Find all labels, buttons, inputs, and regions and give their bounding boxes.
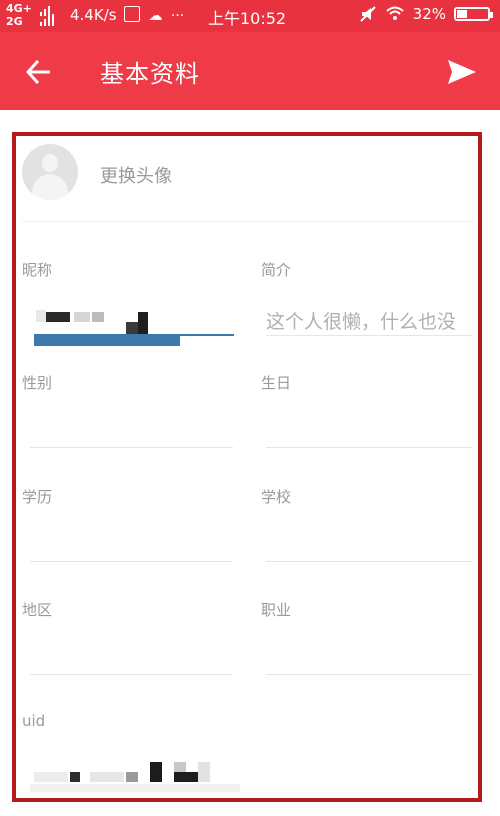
wifi-icon xyxy=(385,6,404,20)
nickname-value-redacted xyxy=(30,300,235,348)
battery-level-fill xyxy=(457,10,467,18)
change-avatar-link[interactable]: 更换头像 xyxy=(100,162,172,188)
uid-value-redacted xyxy=(30,758,240,794)
more-dots-icon: ··· xyxy=(170,8,185,24)
status-right: 32% xyxy=(359,5,493,23)
uid-label: uid xyxy=(22,712,46,730)
occupation-underline xyxy=(266,674,472,675)
birthday-field[interactable] xyxy=(266,400,472,446)
nickname-label: 昵称 xyxy=(22,261,53,279)
avatar-row[interactable]: 更换头像 xyxy=(22,144,474,222)
highlight-frame xyxy=(12,132,482,802)
network-bottom-label: 2G xyxy=(6,15,23,28)
school-field[interactable] xyxy=(266,514,472,560)
birthday-underline xyxy=(266,447,472,448)
occupation-field[interactable] xyxy=(266,627,472,673)
mute-icon xyxy=(359,6,376,22)
network-top-label: 4G+ xyxy=(6,2,32,15)
gender-field[interactable] xyxy=(30,400,233,446)
bio-underline xyxy=(266,335,472,336)
education-field[interactable] xyxy=(30,514,233,560)
avatar-head xyxy=(42,154,58,172)
cloud-icon: ☁ xyxy=(148,8,163,24)
battery-percent: 32% xyxy=(412,5,446,23)
notification-icons: ☁ ··· xyxy=(124,6,184,24)
page-title: 基本资料 xyxy=(100,60,200,88)
school-underline xyxy=(266,561,472,562)
arrow-left-icon xyxy=(25,59,50,85)
back-button[interactable] xyxy=(22,52,62,92)
send-icon xyxy=(448,60,476,84)
network-indicator: 4G+ 2G xyxy=(6,2,32,28)
send-button[interactable] xyxy=(442,52,482,92)
gender-underline xyxy=(30,447,233,448)
education-underline xyxy=(30,561,233,562)
region-underline xyxy=(30,674,233,675)
gender-label: 性别 xyxy=(22,374,53,392)
nickname-field[interactable] xyxy=(30,300,235,348)
avatar[interactable] xyxy=(22,144,78,200)
status-bar: 4G+ 2G 4.4K/s ☁ ··· 上午10:52 32% xyxy=(0,0,500,32)
birthday-label: 生日 xyxy=(261,374,292,392)
education-label: 学历 xyxy=(22,488,53,506)
battery-icon xyxy=(454,7,493,21)
app-bar: 基本资料 xyxy=(0,32,500,110)
region-label: 地区 xyxy=(22,601,53,619)
bio-label: 简介 xyxy=(261,261,292,279)
signal-icon xyxy=(40,6,54,26)
clock: 上午10:52 xyxy=(208,9,287,28)
school-label: 学校 xyxy=(261,488,292,506)
region-field[interactable] xyxy=(30,627,233,673)
occupation-label: 职业 xyxy=(261,601,292,619)
app-notification-icon xyxy=(124,6,140,22)
divider xyxy=(22,221,474,222)
avatar-body xyxy=(32,174,68,200)
bio-input[interactable]: 这个人很懒，什么也没 xyxy=(266,307,476,334)
network-speed: 4.4K/s xyxy=(70,6,117,24)
